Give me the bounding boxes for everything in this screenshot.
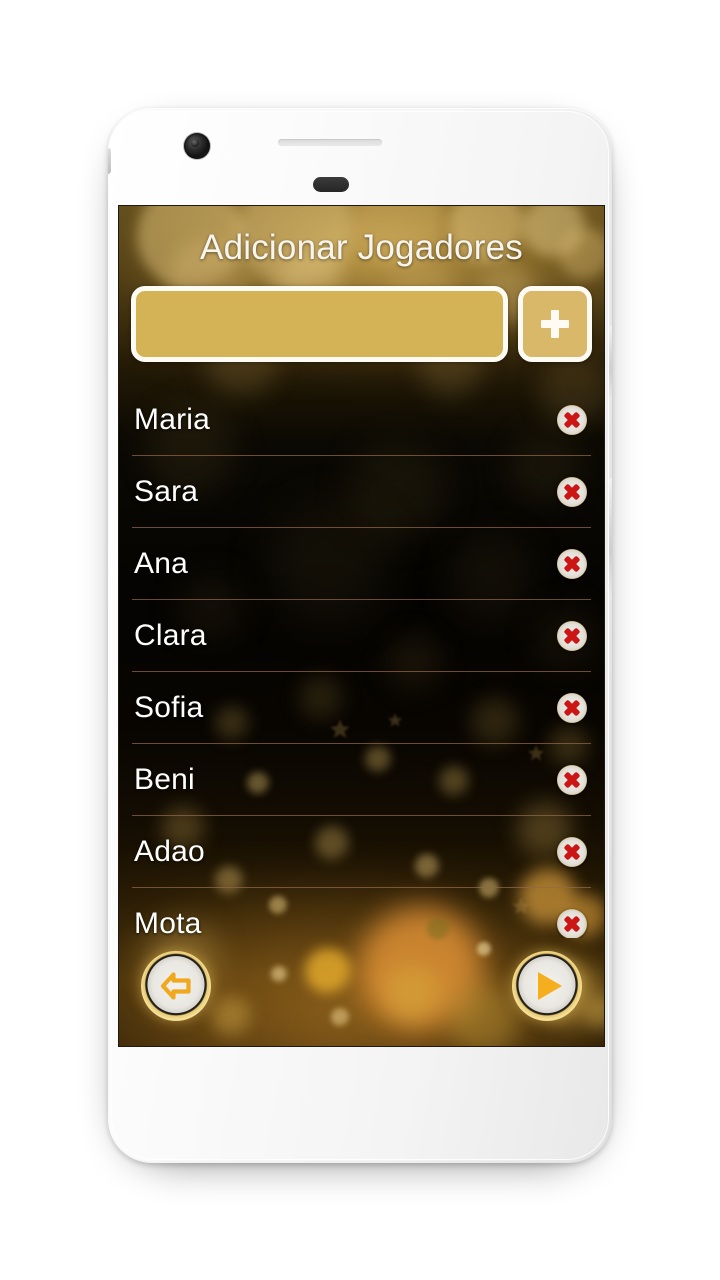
remove-circle-x-icon [564,484,580,500]
phone-body: Adicionar Jogadores Maria Sara Ana Clara Sof… [108,108,612,1163]
remove-player-button[interactable] [557,548,587,579]
player-name: Mota [134,907,202,938]
remove-circle-x-icon [564,700,580,716]
power-button[interactable] [609,326,612,400]
remove-circle-x-icon [564,628,580,644]
player-row: Clara [132,600,591,672]
player-list: Maria Sara Ana Clara Sofia Beni Adao Mota [132,384,591,938]
player-name: Ana [134,546,188,580]
player-name-input[interactable] [131,286,508,362]
remove-circle-x-icon [564,772,580,788]
player-name: Sofia [134,690,204,724]
remove-player-button[interactable] [557,404,587,435]
player-row: Adao [132,816,591,888]
player-row: Sara [132,456,591,528]
remove-player-button[interactable] [557,836,587,867]
sim-tray-button[interactable] [108,148,111,174]
add-player-row [131,286,592,362]
add-player-button[interactable] [518,286,592,362]
arrow-left-icon [160,972,191,1000]
remove-player-button[interactable] [557,476,587,507]
player-name: Sara [134,474,199,508]
proximity-sensor-icon [313,177,349,192]
app-content: Adicionar Jogadores Maria Sara Ana Clara Sof… [119,206,604,1046]
phone-screen: Adicionar Jogadores Maria Sara Ana Clara Sof… [118,205,605,1047]
player-row: Mota [132,888,591,938]
bottom-navigation-bar [119,938,604,1046]
remove-circle-x-icon [564,556,580,572]
player-row: Beni [132,744,591,816]
remove-player-button[interactable] [557,620,587,651]
player-row: Ana [132,528,591,600]
player-name: Maria [134,402,211,436]
earpiece-speaker-icon [278,139,382,146]
play-icon [537,972,562,1000]
phone-device: Adicionar Jogadores Maria Sara Ana Clara Sof… [108,108,612,1163]
player-row: Sofia [132,672,591,744]
remove-player-button[interactable] [557,764,587,795]
player-name: Clara [134,618,207,652]
volume-rocker-button[interactable] [609,478,612,600]
front-camera-icon [184,133,210,159]
remove-circle-x-icon [564,916,580,932]
player-name: Adao [134,834,205,868]
player-name: Beni [134,762,195,796]
back-button[interactable] [141,951,211,1021]
remove-circle-x-icon [564,844,580,860]
remove-player-button[interactable] [557,909,587,938]
page-title: Adicionar Jogadores [200,228,523,267]
plus-icon [539,308,571,340]
remove-player-button[interactable] [557,692,587,723]
play-button[interactable] [512,951,582,1021]
player-row: Maria [132,384,591,456]
remove-circle-x-icon [564,412,580,428]
